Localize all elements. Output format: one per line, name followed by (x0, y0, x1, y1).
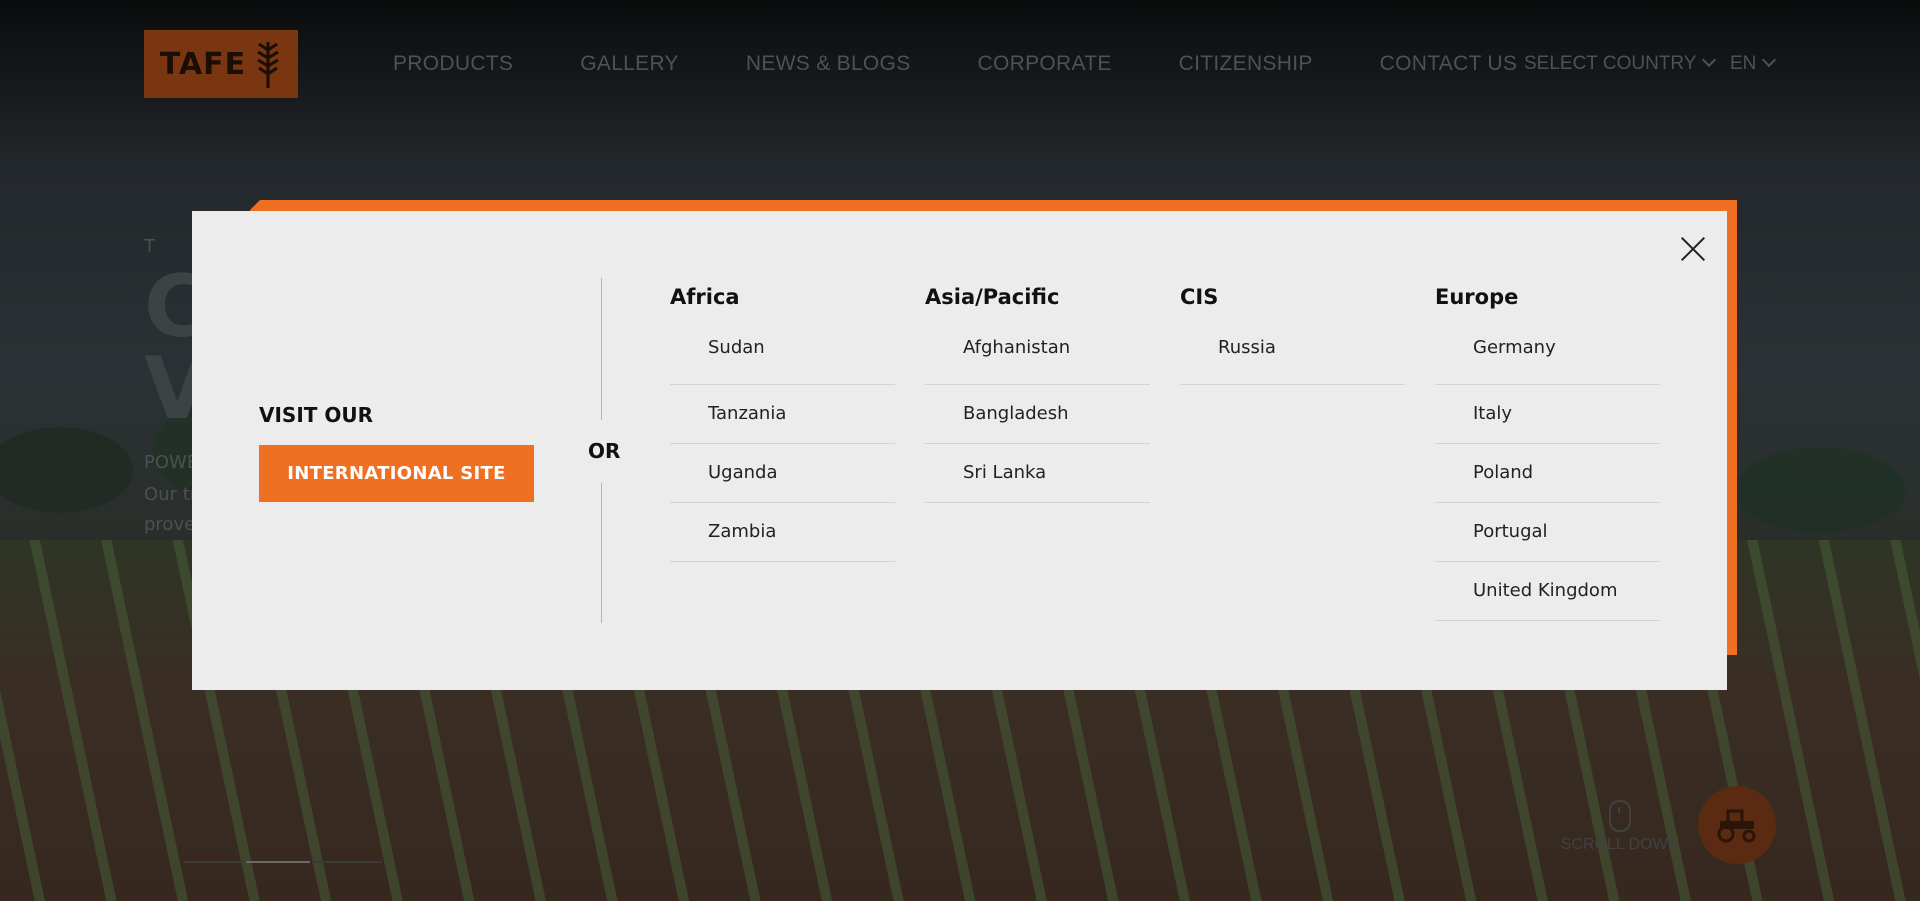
country-link-bangladesh[interactable]: Bangladesh (925, 385, 1150, 444)
nav-contact-us[interactable]: CONTACT US (1380, 52, 1518, 76)
country-link-sri-lanka[interactable]: Sri Lanka (925, 444, 1150, 503)
nav-gallery[interactable]: GALLERY (580, 52, 679, 76)
hero-slider-indicator-1[interactable] (184, 861, 244, 863)
language-select-dropdown[interactable]: EN (1730, 52, 1777, 75)
region-europe: Europe Germany Italy Poland Portugal Uni… (1435, 285, 1660, 621)
nav-corporate[interactable]: CORPORATE (978, 52, 1112, 76)
visit-our-label: VISIT OUR (259, 403, 374, 427)
main-nav: PRODUCTS GALLERY NEWS & BLOGS CORPORATE … (393, 52, 1584, 76)
nav-news-blogs[interactable]: NEWS & BLOGS (746, 52, 911, 76)
or-label: OR (588, 439, 621, 463)
country-link-afghanistan[interactable]: Afghanistan (925, 327, 1150, 385)
logo-text: TAFE (159, 46, 247, 82)
hero-slider-indicator-3[interactable] (312, 861, 382, 863)
country-link-portugal[interactable]: Portugal (1435, 503, 1660, 562)
mouse-icon (1609, 800, 1631, 832)
country-selector-modal: VISIT OUR INTERNATIONAL SITE OR Africa S… (192, 211, 1727, 690)
divider-bottom (601, 483, 602, 623)
wheat-leaf-icon (257, 42, 279, 88)
country-link-united-kingdom[interactable]: United Kingdom (1435, 562, 1660, 621)
region-title: Africa (670, 285, 740, 309)
country-link-poland[interactable]: Poland (1435, 444, 1660, 503)
nav-products[interactable]: PRODUCTS (393, 52, 513, 76)
country-link-tanzania[interactable]: Tanzania (670, 385, 895, 444)
nav-citizenship[interactable]: CITIZENSHIP (1179, 52, 1313, 76)
chevron-down-icon (1762, 52, 1777, 68)
region-title: Asia/Pacific (925, 285, 1060, 309)
scroll-down-label: SCROLL DOWN (1560, 836, 1680, 853)
country-link-zambia[interactable]: Zambia (670, 503, 895, 562)
tafe-logo[interactable]: TAFE (144, 30, 298, 98)
language-select-label: EN (1730, 53, 1757, 74)
tractor-fab-button[interactable] (1698, 786, 1776, 864)
close-icon[interactable] (1679, 235, 1707, 263)
country-select-dropdown[interactable]: SELECT COUNTRY (1524, 52, 1717, 75)
region-cis: CIS Russia (1180, 285, 1405, 385)
region-asia-pacific: Asia/Pacific Afghanistan Bangladesh Sri … (925, 285, 1150, 503)
hero-subtitle: POWE (144, 452, 199, 473)
international-site-button[interactable]: INTERNATIONAL SITE (259, 445, 534, 502)
scroll-down-hint[interactable]: SCROLL DOWN (1560, 800, 1680, 854)
country-select-label: SELECT COUNTRY (1524, 53, 1697, 74)
region-title: CIS (1180, 285, 1219, 309)
hero-slider-indicator-2[interactable] (246, 861, 310, 863)
country-link-sudan[interactable]: Sudan (670, 327, 895, 385)
divider-top (601, 278, 602, 420)
tractor-icon (1717, 809, 1756, 843)
region-africa: Africa Sudan Tanzania Uganda Zambia (670, 285, 895, 562)
country-link-germany[interactable]: Germany (1435, 327, 1660, 385)
country-link-uganda[interactable]: Uganda (670, 444, 895, 503)
region-title: Europe (1435, 285, 1519, 309)
country-link-russia[interactable]: Russia (1180, 327, 1405, 385)
country-link-italy[interactable]: Italy (1435, 385, 1660, 444)
chevron-down-icon (1702, 52, 1717, 68)
